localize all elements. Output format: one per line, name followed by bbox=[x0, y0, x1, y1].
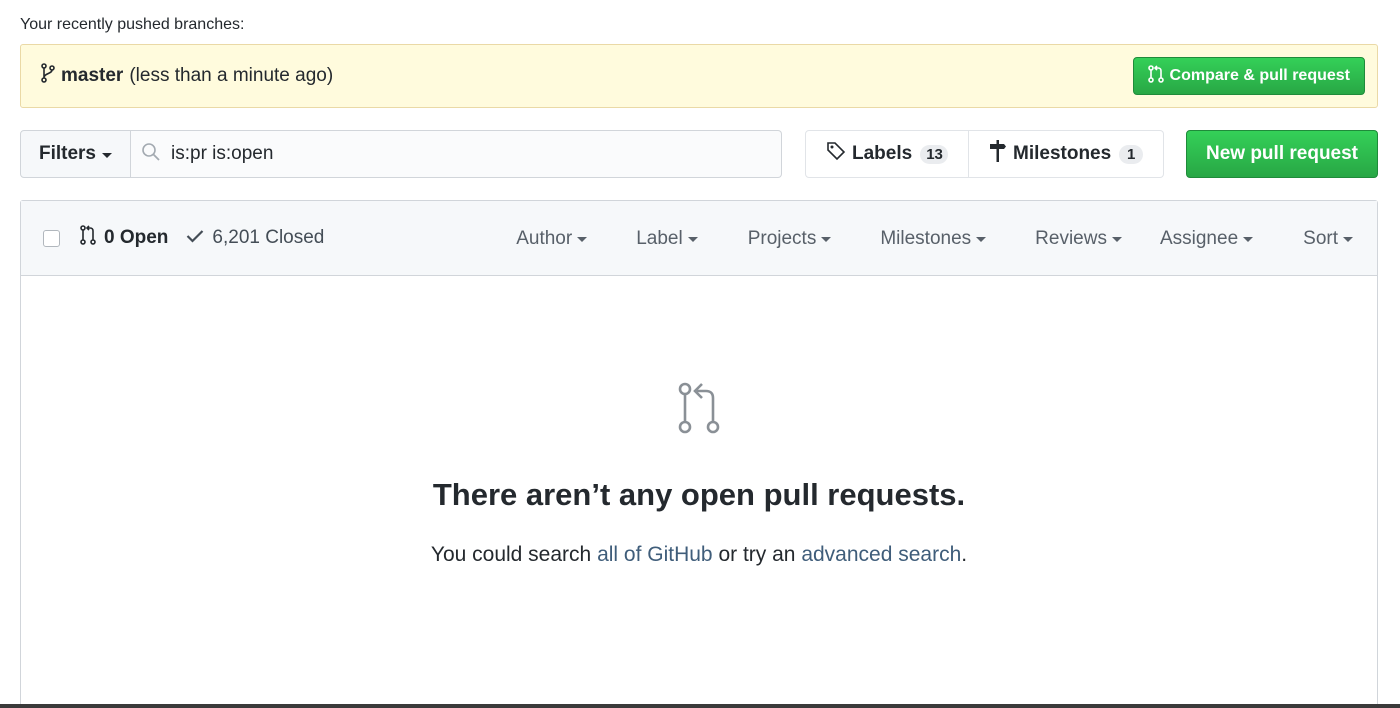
open-filter-link[interactable]: 0 Open bbox=[80, 225, 168, 251]
branch-pushed-time: (less than a minute ago) bbox=[129, 65, 334, 86]
compare-button-label: Compare & pull request bbox=[1169, 67, 1350, 84]
closed-filter-link[interactable]: 6,201 Closed bbox=[186, 227, 324, 249]
chevron-down-icon bbox=[1243, 237, 1254, 242]
tag-icon bbox=[826, 141, 846, 167]
milestones-label: Milestones bbox=[1013, 143, 1112, 164]
list-header: 0 Open 6,201 Closed Author Label Project… bbox=[21, 201, 1377, 276]
filter-bar: Filters Labels 13 bbox=[20, 130, 1378, 178]
recently-pushed-banner: master (less than a minute ago) Compare … bbox=[20, 44, 1378, 108]
milestones-count-badge: 1 bbox=[1119, 144, 1144, 164]
branch-info: master (less than a minute ago) bbox=[41, 63, 333, 89]
reviews-filter-dropdown[interactable]: Reviews bbox=[1035, 228, 1122, 250]
label-filter-dropdown[interactable]: Label bbox=[636, 228, 698, 250]
blankslate-text-middle: or try an bbox=[712, 543, 802, 566]
branch-name-link[interactable]: master bbox=[61, 65, 123, 87]
git-branch-icon bbox=[41, 63, 55, 89]
chevron-down-icon bbox=[687, 237, 698, 242]
author-filter-dropdown[interactable]: Author bbox=[516, 227, 588, 250]
projects-filter-dropdown[interactable]: Projects bbox=[748, 228, 832, 250]
filter-menus: Author Label Projects Milestones Reviews… bbox=[516, 201, 1377, 276]
search-icon bbox=[141, 142, 161, 167]
labels-milestones-group: Labels 13 Milestones 1 bbox=[805, 130, 1164, 178]
search-input[interactable] bbox=[171, 143, 751, 165]
chevron-down-icon bbox=[577, 237, 588, 242]
pull-request-icon bbox=[80, 225, 96, 251]
pull-request-icon bbox=[1147, 64, 1164, 88]
blankslate-text-suffix: . bbox=[961, 543, 968, 566]
pull-request-icon bbox=[21, 381, 1377, 435]
sort-dropdown[interactable]: Sort bbox=[1303, 228, 1353, 250]
blankslate-text-prefix: You could search bbox=[430, 543, 598, 566]
chevron-down-icon bbox=[976, 237, 987, 242]
milestones-filter-dropdown[interactable]: Milestones bbox=[880, 227, 987, 250]
blankslate-text: You could search all of GitHub or try an… bbox=[21, 543, 1377, 567]
chevron-down-icon bbox=[1111, 237, 1122, 242]
select-all-checkbox[interactable] bbox=[43, 229, 60, 247]
filters-group: Filters bbox=[20, 130, 782, 178]
projects-filter-label: Projects bbox=[747, 227, 817, 249]
pull-request-list: 0 Open 6,201 Closed Author Label Project… bbox=[20, 200, 1378, 708]
filters-dropdown-button[interactable]: Filters bbox=[20, 130, 131, 178]
author-filter-label: Author bbox=[516, 227, 573, 249]
blankslate-title: There aren’t any open pull requests. bbox=[432, 477, 966, 512]
milestones-filter-label: Milestones bbox=[880, 227, 972, 249]
milestones-button[interactable]: Milestones 1 bbox=[969, 130, 1164, 178]
compare-pull-request-button[interactable]: Compare & pull request bbox=[1132, 57, 1365, 95]
search-container bbox=[131, 130, 782, 178]
closed-count-label: 6,201 Closed bbox=[212, 227, 325, 248]
taskbar-strip bbox=[0, 704, 1400, 708]
label-filter-label: Label bbox=[636, 227, 683, 249]
recent-branches-title: Your recently pushed branches: bbox=[20, 16, 245, 33]
blankslate: There aren’t any open pull requests. You… bbox=[21, 381, 1377, 567]
advanced-search-link[interactable]: advanced search bbox=[801, 543, 961, 566]
new-pull-request-button[interactable]: New pull request bbox=[1186, 130, 1378, 178]
chevron-down-icon bbox=[821, 237, 832, 242]
chevron-down-icon bbox=[102, 152, 113, 158]
milestone-icon bbox=[989, 140, 1007, 168]
sort-label: Sort bbox=[1303, 227, 1338, 249]
labels-label: Labels bbox=[852, 143, 913, 164]
reviews-filter-label: Reviews bbox=[1035, 227, 1107, 249]
chevron-down-icon bbox=[1343, 237, 1353, 242]
assignee-filter-dropdown[interactable]: Assignee bbox=[1159, 227, 1254, 250]
open-count-label: 0 Open bbox=[104, 227, 169, 248]
check-icon bbox=[186, 227, 204, 249]
labels-button[interactable]: Labels 13 bbox=[805, 130, 969, 178]
labels-count-badge: 13 bbox=[920, 144, 948, 164]
all-of-github-link[interactable]: all of GitHub bbox=[597, 543, 713, 566]
assignee-filter-label: Assignee bbox=[1159, 227, 1239, 249]
filters-label: Filters bbox=[38, 143, 97, 164]
